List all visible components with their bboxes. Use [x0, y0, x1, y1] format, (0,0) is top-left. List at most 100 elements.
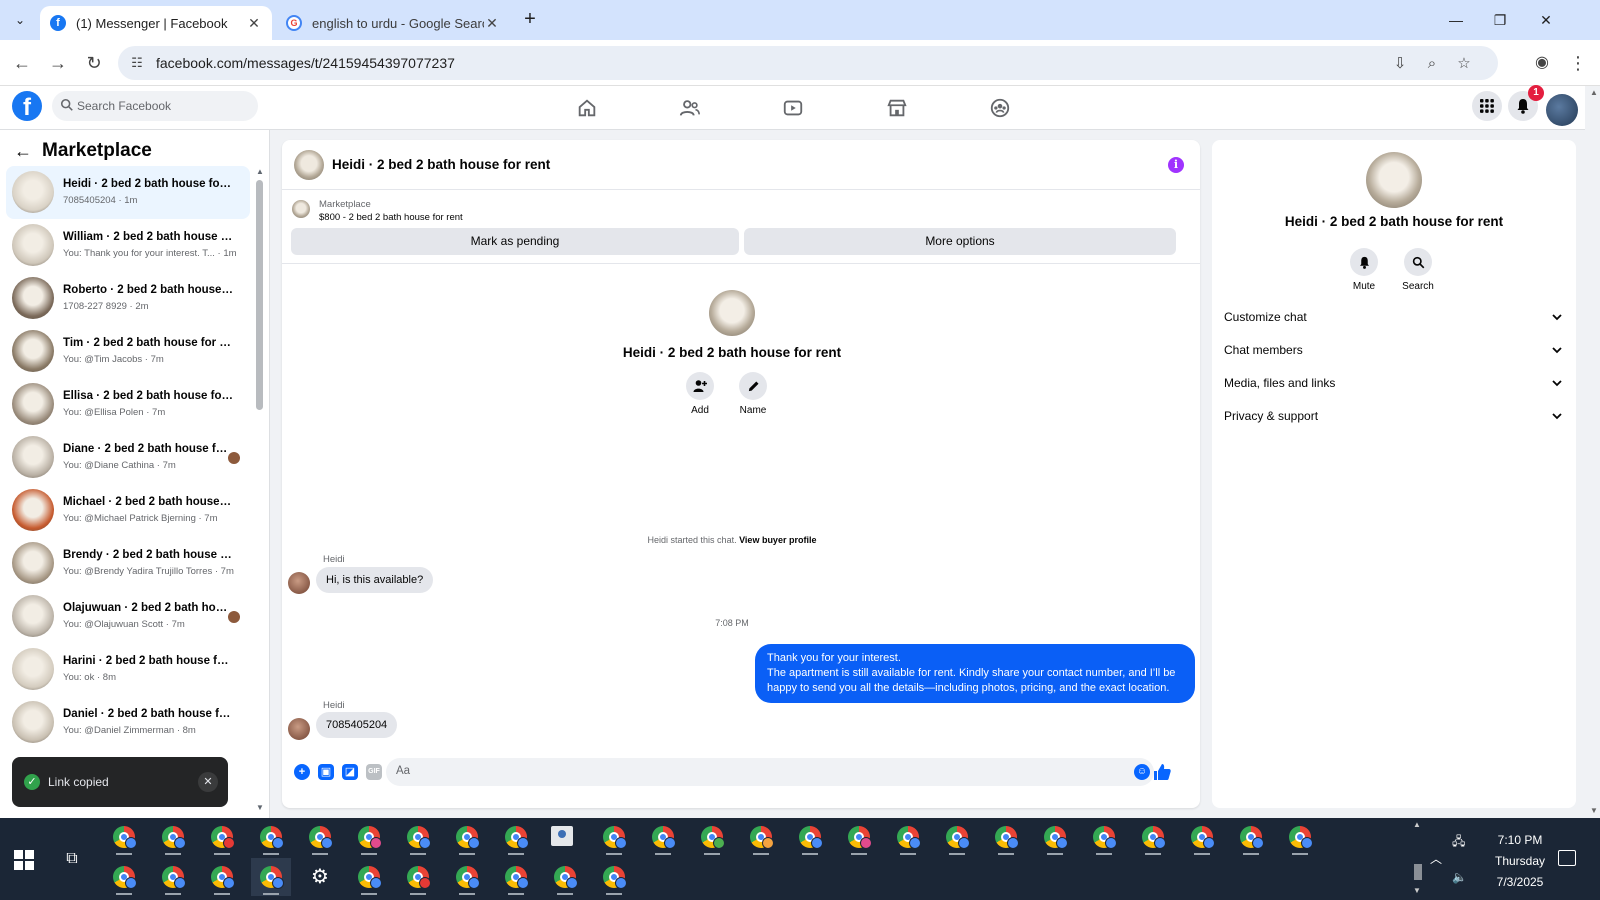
facebook-logo-icon[interactable]: f: [12, 91, 42, 121]
tab-google-search[interactable]: G english to urdu - Google Search ✕: [276, 6, 510, 40]
minimize-button[interactable]: —: [1434, 6, 1478, 34]
plus-icon[interactable]: +: [294, 764, 310, 780]
scroll-down-icon[interactable]: ▼: [256, 803, 264, 812]
chat-list-item[interactable]: Roberto · 2 bed 2 bath house for rent 170…: [6, 272, 250, 325]
chrome-taskbar-icon[interactable]: [496, 858, 536, 896]
chrome-taskbar-icon[interactable]: [790, 818, 830, 856]
forward-button[interactable]: →: [44, 49, 72, 77]
search-in-chat-button[interactable]: Search: [1393, 248, 1443, 292]
chrome-taskbar-icon[interactable]: [496, 818, 536, 856]
chrome-taskbar-icon[interactable]: [349, 818, 389, 856]
add-people-button[interactable]: Add: [675, 372, 725, 416]
chrome-taskbar-icon[interactable]: [1182, 818, 1222, 856]
chrome-taskbar-icon[interactable]: [398, 858, 438, 896]
chat-list-item[interactable]: Ellisa · 2 bed 2 bath house for rent You:…: [6, 378, 250, 431]
volume-icon[interactable]: 🔈: [1452, 870, 1467, 884]
network-icon[interactable]: 🖧: [1452, 832, 1465, 853]
message-input[interactable]: Aa ☺: [386, 758, 1154, 786]
name-chat-button[interactable]: Name: [728, 372, 778, 416]
chrome-taskbar-icon[interactable]: [839, 818, 879, 856]
chrome-taskbar-icon[interactable]: [202, 818, 242, 856]
chrome-taskbar-icon[interactable]: [1280, 818, 1320, 856]
notifications-bell-icon[interactable]: 1: [1508, 85, 1544, 121]
chrome-taskbar-icon[interactable]: [888, 818, 928, 856]
new-tab-button[interactable]: +: [518, 8, 542, 32]
sender-avatar[interactable]: [288, 718, 310, 740]
info-thumbnail[interactable]: [1366, 152, 1422, 208]
chrome-taskbar-icon[interactable]: [1133, 818, 1173, 856]
settings-taskbar-icon[interactable]: ⚙: [300, 858, 340, 896]
tab-search-chevron-icon[interactable]: ⌄: [6, 6, 34, 34]
video-icon[interactable]: [779, 94, 807, 122]
groups-icon[interactable]: [986, 94, 1014, 122]
customize-chat-section[interactable]: Customize chat: [1224, 306, 1568, 330]
media-files-links-section[interactable]: Media, files and links: [1224, 372, 1568, 396]
back-button[interactable]: ←: [8, 49, 36, 77]
close-tab-icon[interactable]: ✕: [246, 15, 262, 32]
chrome-taskbar-icon[interactable]: [447, 818, 487, 856]
browser-menu-icon[interactable]: ⋮: [1564, 49, 1592, 77]
emoji-icon[interactable]: ☺: [1134, 764, 1150, 780]
chrome-taskbar-icon[interactable]: [594, 818, 634, 856]
marketplace-icon[interactable]: [883, 94, 911, 122]
chrome-taskbar-icon[interactable]: [398, 818, 438, 856]
mark-as-pending-button[interactable]: Mark as pending: [291, 228, 739, 255]
url-bar[interactable]: ☷ facebook.com/messages/t/24159454397077…: [118, 46, 1498, 80]
listing-price-title[interactable]: $800 - 2 bed 2 bath house for rent: [319, 212, 463, 223]
chrome-taskbar-icon[interactable]: [937, 818, 977, 856]
toast-close-button[interactable]: ✕: [198, 772, 218, 792]
contact-card-taskbar-icon[interactable]: [551, 826, 573, 846]
chrome-taskbar-icon[interactable]: [1231, 818, 1271, 856]
chrome-taskbar-icon[interactable]: [104, 858, 144, 896]
chat-list-item[interactable]: Daniel · 2 bed 2 bath house for rent You:…: [6, 696, 250, 749]
mute-button[interactable]: Mute: [1339, 248, 1389, 292]
chrome-taskbar-icon[interactable]: [692, 818, 732, 856]
chrome-taskbar-icon[interactable]: [153, 858, 193, 896]
chrome-taskbar-icon[interactable]: [545, 858, 585, 896]
listing-thumbnail[interactable]: [294, 150, 324, 180]
chat-list-item[interactable]: Tim · 2 bed 2 bath house for rent You: @T…: [6, 325, 250, 378]
chrome-taskbar-icon[interactable]: [1035, 818, 1075, 856]
url-text[interactable]: facebook.com/messages/t/2415945439707723…: [156, 55, 455, 71]
close-window-button[interactable]: ✕: [1524, 6, 1568, 34]
reload-button[interactable]: ↻: [80, 49, 108, 77]
bookmark-star-icon[interactable]: ☆: [1454, 54, 1474, 74]
system-clock[interactable]: 7:10 PM Thursday 7/3/2025: [1480, 830, 1560, 893]
friends-icon[interactable]: [676, 94, 704, 122]
site-settings-icon[interactable]: ☷: [128, 54, 146, 72]
view-buyer-profile-link[interactable]: View buyer profile: [739, 535, 816, 545]
account-avatar[interactable]: [1546, 94, 1578, 126]
chrome-taskbar-icon[interactable]: [251, 858, 291, 896]
incoming-message[interactable]: 7085405204: [316, 712, 398, 738]
privacy-support-section[interactable]: Privacy & support: [1224, 405, 1568, 429]
outgoing-message[interactable]: Thank you for your interest. The apartme…: [755, 644, 1195, 703]
conversation-title[interactable]: Heidi · 2 bed 2 bath house for rent: [332, 157, 550, 172]
windows-start-icon[interactable]: [14, 850, 34, 870]
chrome-taskbar-icon[interactable]: [643, 818, 683, 856]
notification-center-icon[interactable]: [1558, 850, 1576, 866]
gif-icon[interactable]: GIF: [366, 764, 382, 780]
chrome-taskbar-icon[interactable]: [447, 858, 487, 896]
incoming-message[interactable]: Hi, is this available?: [316, 567, 434, 593]
show-hidden-icons-chevron-icon[interactable]: ︿: [1430, 850, 1442, 867]
task-view-icon[interactable]: ⧉: [62, 850, 82, 870]
chrome-taskbar-icon[interactable]: [349, 858, 389, 896]
chrome-taskbar-icon[interactable]: [251, 818, 291, 856]
scroll-thumb[interactable]: [1414, 864, 1422, 880]
zoom-icon[interactable]: ⌕: [1422, 54, 1442, 74]
menu-grid-icon[interactable]: [1472, 91, 1502, 121]
thumbs-up-icon[interactable]: [1152, 762, 1172, 782]
home-icon[interactable]: [573, 94, 601, 122]
chat-list-item[interactable]: Diane · 2 bed 2 bath house for rent You: …: [6, 431, 250, 484]
chat-list-item[interactable]: William · 2 bed 2 bath house for rent You…: [6, 219, 250, 272]
info-icon[interactable]: i: [1168, 157, 1184, 173]
page-scroll-up-icon[interactable]: ▲: [1588, 88, 1600, 100]
chat-list-item[interactable]: Harini · 2 bed 2 bath house for rent You:…: [6, 643, 250, 696]
photo-icon[interactable]: ▣: [318, 764, 334, 780]
sender-avatar[interactable]: [288, 572, 310, 594]
more-options-button[interactable]: More options: [744, 228, 1176, 255]
tab-messenger[interactable]: f (1) Messenger | Facebook ✕: [40, 6, 272, 40]
close-tab-icon[interactable]: ✕: [484, 15, 500, 32]
chat-list-scrollbar[interactable]: [256, 180, 263, 410]
chrome-taskbar-icon[interactable]: [300, 818, 340, 856]
